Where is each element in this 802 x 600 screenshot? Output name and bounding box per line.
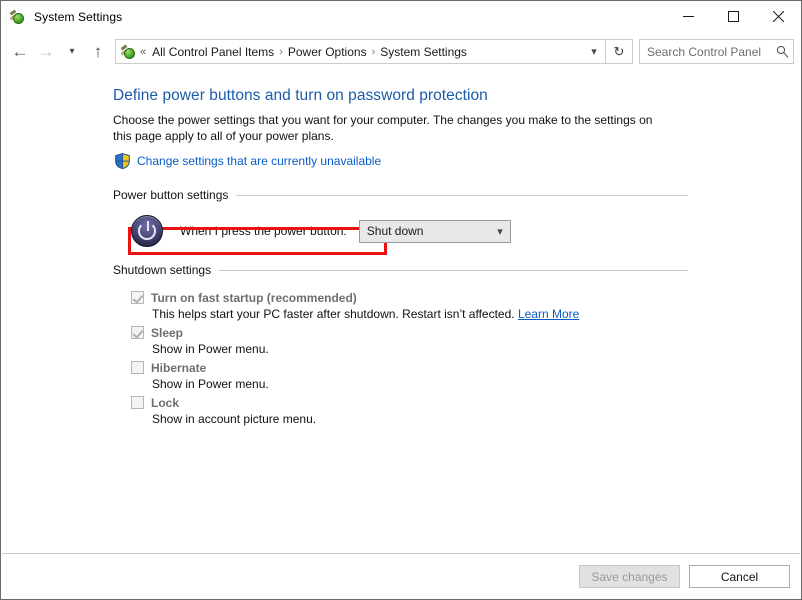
close-icon (773, 11, 784, 22)
hibernate-label: Hibernate (151, 360, 207, 375)
chevron-down-icon: ▾ (497, 225, 503, 238)
search-box[interactable] (639, 39, 794, 64)
power-button-icon (131, 215, 163, 247)
breadcrumb-item-power-options[interactable]: Power Options (285, 45, 370, 59)
power-button-settings-section: Power button settings When I press the p… (113, 188, 801, 247)
content-area: Define power buttons and turn on passwor… (1, 71, 801, 553)
change-settings-row: Change settings that are currently unava… (115, 150, 801, 172)
power-button-label: When I press the power button: (180, 224, 347, 238)
page-description: Choose the power settings that you want … (113, 113, 653, 143)
section-header: Shutdown settings (113, 263, 688, 277)
page-title: Define power buttons and turn on passwor… (113, 87, 488, 104)
hibernate-checkbox[interactable] (131, 361, 144, 374)
sleep-checkbox[interactable] (131, 326, 144, 339)
breadcrumb-item-all-control-panel-items[interactable]: All Control Panel Items (149, 45, 277, 59)
section-divider (219, 269, 688, 271)
power-button-row: When I press the power button: Shut down… (131, 215, 801, 247)
list-item: Turn on fast startup (recommended) This … (131, 289, 801, 323)
window-controls (666, 1, 801, 32)
change-settings-link[interactable]: Change settings that are currently unava… (137, 154, 381, 168)
close-button[interactable] (756, 1, 801, 32)
shutdown-settings-section: Shutdown settings Turn on fast startup (… (113, 263, 801, 428)
forward-arrow-icon: → (37, 42, 55, 61)
title-bar: System Settings (1, 1, 801, 32)
forward-button[interactable]: → (33, 37, 59, 67)
window-title: System Settings (34, 9, 123, 24)
up-button[interactable]: ↑ (85, 37, 111, 67)
fast-startup-row[interactable]: Turn on fast startup (recommended) (131, 289, 801, 306)
section-header: Power button settings (113, 188, 688, 202)
minimize-icon (683, 16, 694, 17)
footer-actions: Save changes Cancel (1, 554, 801, 599)
chevron-down-icon: ▾ (591, 46, 597, 58)
lock-label: Lock (151, 395, 180, 410)
back-arrow-icon: ← (11, 42, 29, 61)
up-arrow-icon: ↑ (93, 42, 103, 61)
search-icon (771, 45, 793, 58)
list-item: Hibernate Show in Power menu. (131, 359, 801, 393)
hibernate-description: Show in Power menu. (152, 377, 269, 391)
fast-startup-label: Turn on fast startup (recommended) (151, 290, 357, 305)
search-input[interactable] (640, 43, 771, 60)
lock-checkbox[interactable] (131, 396, 144, 409)
list-item: Lock Show in account picture menu. (131, 394, 801, 428)
lock-description: Show in account picture menu. (152, 412, 317, 426)
fast-startup-description: This helps start your PC faster after sh… (152, 306, 801, 323)
save-changes-button[interactable]: Save changes (579, 565, 680, 588)
address-dropdown-button[interactable]: ▾ (583, 40, 605, 63)
maximize-icon (728, 11, 739, 22)
recent-locations-button[interactable]: ▾ (59, 37, 85, 67)
breadcrumb-separator-icon: › (279, 45, 283, 58)
shield-icon (115, 153, 130, 170)
section-divider (236, 194, 688, 196)
breadcrumb-overflow-icon[interactable]: « (140, 46, 146, 58)
fast-startup-description-text: This helps start your PC faster after sh… (152, 307, 515, 321)
lock-row[interactable]: Lock (131, 394, 801, 411)
power-plug-icon (9, 9, 26, 25)
refresh-icon: ↻ (613, 43, 625, 59)
list-item: Sleep Show in Power menu. (131, 324, 801, 358)
sleep-description: Show in Power menu. (152, 342, 269, 356)
shutdown-options-list: Turn on fast startup (recommended) This … (131, 289, 801, 428)
system-settings-window: System Settings ← → ▾ ↑ « All Control Pa… (0, 0, 802, 600)
address-bar[interactable]: « All Control Panel Items › Power Option… (115, 39, 606, 64)
minimize-button[interactable] (666, 1, 711, 32)
hibernate-row[interactable]: Hibernate (131, 359, 801, 376)
chevron-down-icon: ▾ (69, 46, 75, 57)
sleep-label: Sleep (151, 325, 184, 340)
sleep-row[interactable]: Sleep (131, 324, 801, 341)
section-title: Power button settings (113, 188, 229, 202)
cancel-button[interactable]: Cancel (689, 565, 790, 588)
breadcrumb-separator-icon: › (371, 45, 376, 58)
section-title: Shutdown settings (113, 263, 212, 277)
maximize-button[interactable] (711, 1, 756, 32)
fast-startup-checkbox[interactable] (131, 291, 144, 304)
power-plug-icon (120, 44, 137, 60)
power-button-action-value: Shut down (366, 224, 424, 238)
power-button-action-select[interactable]: Shut down ▾ (358, 219, 511, 243)
learn-more-link[interactable]: Learn More (518, 307, 579, 321)
breadcrumb-item-system-settings[interactable]: System Settings (377, 45, 470, 59)
navigation-bar: ← → ▾ ↑ « All Control Panel Items › Powe… (1, 32, 801, 71)
refresh-button[interactable]: ↻ (606, 39, 633, 64)
back-button[interactable]: ← (7, 37, 33, 67)
